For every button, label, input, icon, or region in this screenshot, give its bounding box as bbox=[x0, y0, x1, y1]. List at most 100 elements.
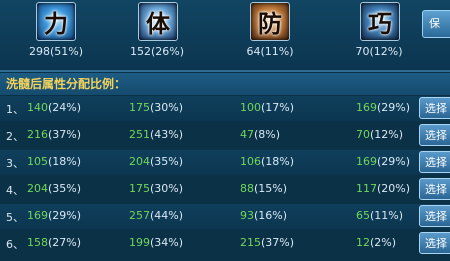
select-button[interactable]: 选择 bbox=[419, 124, 450, 146]
percent-value: (15%) bbox=[254, 182, 288, 195]
row-index: 1、 bbox=[6, 103, 24, 116]
defense-cell: 215(37%) bbox=[240, 236, 294, 249]
stat-defense-value: 64(11%) bbox=[246, 45, 294, 58]
row-index: 4、 bbox=[6, 184, 24, 197]
select-button[interactable]: 选择 bbox=[419, 178, 450, 200]
percent-value: (24%) bbox=[48, 101, 82, 114]
save-button[interactable]: 保 bbox=[422, 10, 450, 38]
percent-value: (27%) bbox=[48, 236, 82, 249]
constitution-cell: 204(35%) bbox=[129, 155, 183, 168]
points-value: 199 bbox=[129, 236, 150, 249]
agility-icon: 巧 bbox=[360, 2, 400, 41]
strength-cell: 204(35%) bbox=[27, 182, 81, 195]
points-value: 169 bbox=[356, 155, 377, 168]
agility-cell: 169(29%) bbox=[356, 155, 410, 168]
percent-value: (35%) bbox=[150, 155, 184, 168]
points-value: 140 bbox=[27, 101, 48, 114]
allocation-row: 2、 216(37%) 251(43%) 47(8%) 70(12%) 选择 bbox=[0, 123, 450, 148]
agility-cell: 70(12%) bbox=[356, 128, 403, 141]
percent-value: (34%) bbox=[150, 236, 184, 249]
percent-value: (29%) bbox=[377, 101, 411, 114]
constitution-icon: 体 bbox=[138, 2, 178, 41]
constitution-cell: 175(30%) bbox=[129, 101, 183, 114]
strength-cell: 169(29%) bbox=[27, 209, 81, 222]
points-value: 204 bbox=[27, 182, 48, 195]
points-value: 251 bbox=[129, 128, 150, 141]
constitution-cell: 251(43%) bbox=[129, 128, 183, 141]
select-button[interactable]: 选择 bbox=[419, 205, 450, 227]
attribute-header: 力 298(51%) 体 152(26%) 防 64(11%) 巧 70(12%… bbox=[0, 0, 450, 70]
agility-cell: 117(20%) bbox=[356, 182, 410, 195]
percent-value: (8%) bbox=[254, 128, 281, 141]
points-value: 47 bbox=[240, 128, 254, 141]
defense-cell: 88(15%) bbox=[240, 182, 287, 195]
allocation-row: 4、 204(35%) 175(30%) 88(15%) 117(20%) 选择 bbox=[0, 177, 450, 202]
defense-cell: 100(17%) bbox=[240, 101, 294, 114]
points-value: 70 bbox=[356, 128, 370, 141]
strength-cell: 158(27%) bbox=[27, 236, 81, 249]
percent-value: (35%) bbox=[48, 182, 82, 195]
percent-value: (16%) bbox=[254, 209, 288, 222]
constitution-cell: 199(34%) bbox=[129, 236, 183, 249]
agility-cell: 169(29%) bbox=[356, 101, 410, 114]
percent-value: (30%) bbox=[150, 101, 184, 114]
percent-value: (44%) bbox=[150, 209, 184, 222]
percent-value: (18%) bbox=[48, 155, 82, 168]
allocation-row: 1、 140(24%) 175(30%) 100(17%) 169(29%) 选择 bbox=[0, 96, 450, 121]
select-button[interactable]: 选择 bbox=[419, 97, 450, 119]
percent-value: (43%) bbox=[150, 128, 184, 141]
points-value: 215 bbox=[240, 236, 261, 249]
points-value: 12 bbox=[356, 236, 370, 249]
constitution-cell: 175(30%) bbox=[129, 182, 183, 195]
points-value: 169 bbox=[356, 101, 377, 114]
allocation-row: 3、 105(18%) 204(35%) 106(18%) 169(29%) 选择 bbox=[0, 150, 450, 175]
defense-cell: 106(18%) bbox=[240, 155, 294, 168]
strength-cell: 140(24%) bbox=[27, 101, 81, 114]
allocation-ratio-title: 洗髓后属性分配比例： bbox=[0, 73, 450, 95]
points-value: 158 bbox=[27, 236, 48, 249]
points-value: 93 bbox=[240, 209, 254, 222]
strength-cell: 105(18%) bbox=[27, 155, 81, 168]
allocation-row: 5、 169(29%) 257(44%) 93(16%) 65(11%) 选择 bbox=[0, 204, 450, 229]
percent-value: (12%) bbox=[370, 128, 404, 141]
strength-icon: 力 bbox=[36, 2, 76, 41]
defense-cell: 93(16%) bbox=[240, 209, 287, 222]
percent-value: (29%) bbox=[48, 209, 82, 222]
allocation-row: 6、 158(27%) 199(34%) 215(37%) 12(2%) 选择 bbox=[0, 231, 450, 256]
row-index: 6、 bbox=[6, 238, 24, 251]
points-value: 106 bbox=[240, 155, 261, 168]
stat-strength-value: 298(51%) bbox=[28, 45, 84, 58]
points-value: 105 bbox=[27, 155, 48, 168]
percent-value: (17%) bbox=[261, 101, 295, 114]
select-button[interactable]: 选择 bbox=[419, 151, 450, 173]
points-value: 216 bbox=[27, 128, 48, 141]
points-value: 257 bbox=[129, 209, 150, 222]
row-index: 2、 bbox=[6, 130, 24, 143]
percent-value: (2%) bbox=[370, 236, 397, 249]
percent-value: (37%) bbox=[48, 128, 82, 141]
stat-constitution-value: 152(26%) bbox=[129, 45, 185, 58]
percent-value: (18%) bbox=[261, 155, 295, 168]
points-value: 88 bbox=[240, 182, 254, 195]
percent-value: (37%) bbox=[261, 236, 295, 249]
select-button[interactable]: 选择 bbox=[419, 232, 450, 254]
row-index: 3、 bbox=[6, 157, 24, 170]
percent-value: (29%) bbox=[377, 155, 411, 168]
points-value: 100 bbox=[240, 101, 261, 114]
constitution-cell: 257(44%) bbox=[129, 209, 183, 222]
divider bbox=[0, 70, 450, 72]
points-value: 204 bbox=[129, 155, 150, 168]
defense-cell: 47(8%) bbox=[240, 128, 280, 141]
row-index: 5、 bbox=[6, 211, 24, 224]
percent-value: (20%) bbox=[377, 182, 411, 195]
points-value: 65 bbox=[356, 209, 370, 222]
percent-value: (11%) bbox=[370, 209, 404, 222]
strength-cell: 216(37%) bbox=[27, 128, 81, 141]
agility-cell: 65(11%) bbox=[356, 209, 403, 222]
defense-icon: 防 bbox=[250, 2, 290, 41]
stat-agility-value: 70(12%) bbox=[355, 45, 403, 58]
percent-value: (30%) bbox=[150, 182, 184, 195]
agility-cell: 12(2%) bbox=[356, 236, 396, 249]
points-value: 117 bbox=[356, 182, 377, 195]
points-value: 175 bbox=[129, 101, 150, 114]
